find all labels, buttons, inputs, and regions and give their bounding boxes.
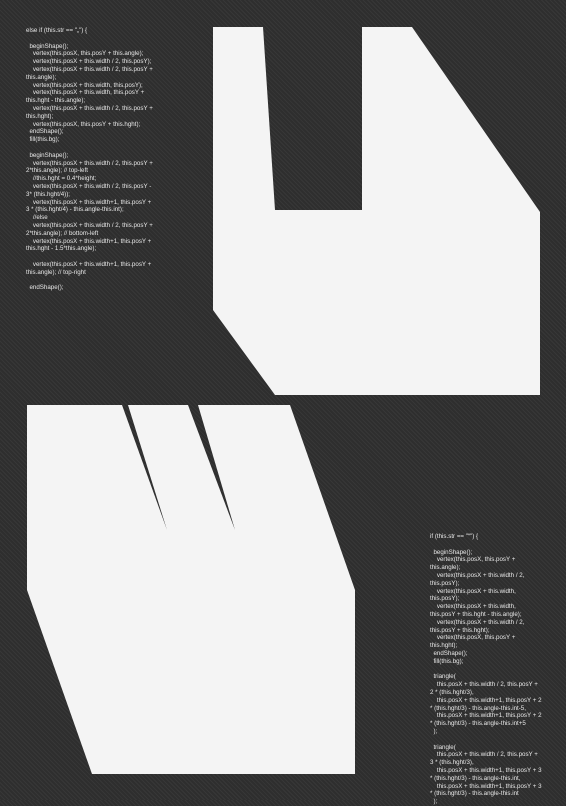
top-quote-shape [213,27,540,395]
bottom-quote-shape [27,405,355,774]
code-block-top: else if (this.str == "„") { beginShape()… [26,27,153,292]
code-block-bottom: if (this.str == "“") { beginShape(); ver… [430,533,542,806]
